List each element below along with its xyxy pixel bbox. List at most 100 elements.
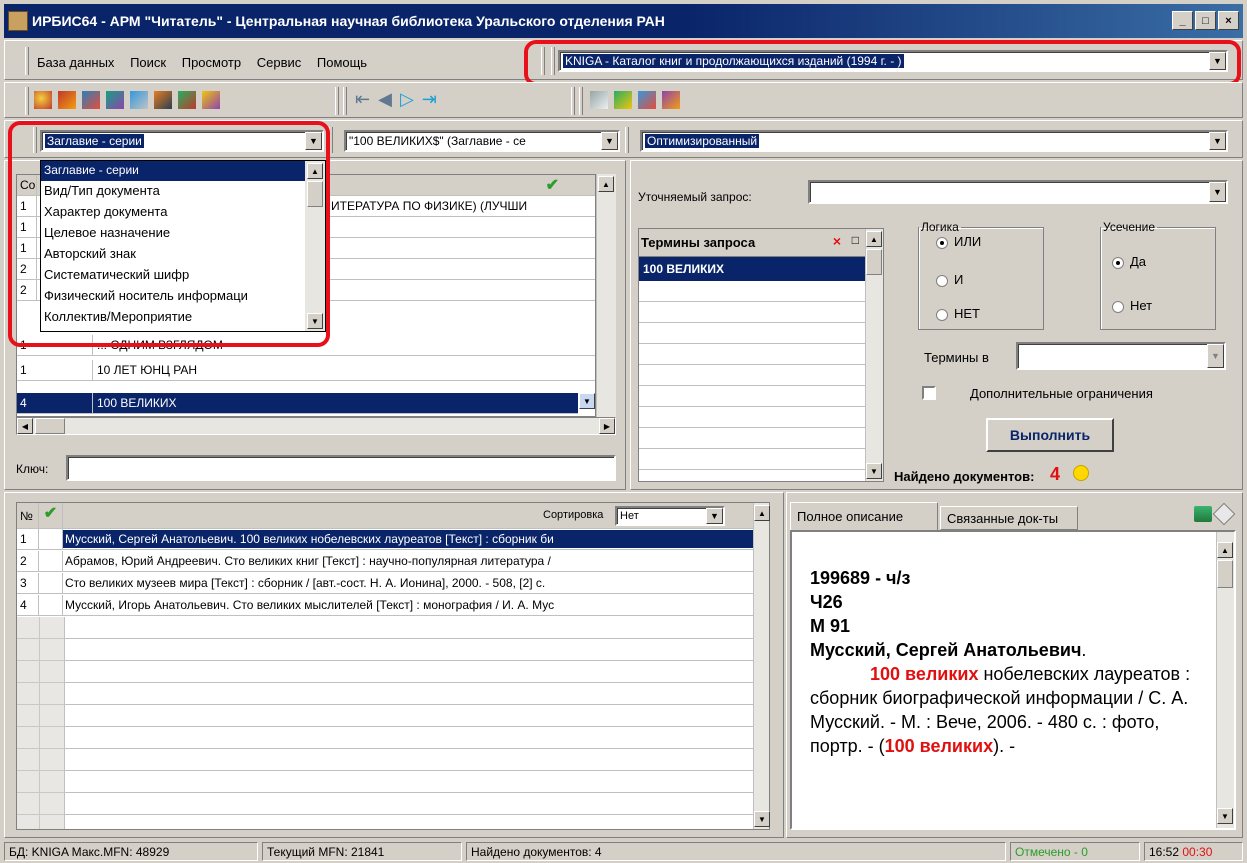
window-icon[interactable]: □ [852,233,859,247]
chevron-down-icon[interactable]: ▼ [601,132,618,150]
chevron-down-icon[interactable]: ▼ [579,393,595,409]
extra-limits-checkbox[interactable] [922,386,936,400]
maximize-button[interactable]: □ [1195,11,1216,30]
count-column-header[interactable]: Со [17,175,37,195]
query-terms-list[interactable]: Термины запроса × □ 100 ВЕЛИКИХ ▲ ▼ [638,228,884,482]
database-combo[interactable]: KNIGA - Каталог книг и продолжающихся из… [558,50,1228,72]
scroll-up-icon[interactable]: ▲ [754,505,770,521]
table-row-selected[interactable]: 4 100 ВЕЛИКИХ [17,393,578,414]
table-row[interactable]: 1 ... ОДНИМ ВЗГЛЯДОМ [17,335,595,356]
title-bar[interactable]: ИРБИС64 - АРМ "Читатель" - Центральная н… [4,4,1243,38]
query-combo[interactable]: "100 ВЕЛИКИХ$" (Заглавие - се ▼ [344,130,620,152]
toolbar-grip[interactable] [541,47,545,75]
list-icon[interactable] [154,91,172,109]
toolbar-grip[interactable] [33,127,37,153]
view-record-icon[interactable] [130,91,148,109]
mark-cell[interactable] [39,551,63,571]
menu-help[interactable]: Помощь [317,55,367,70]
close-button[interactable]: × [1218,11,1239,30]
vertical-scrollbar[interactable]: ▲ [596,174,616,417]
chevron-down-icon[interactable]: ▼ [1209,132,1226,150]
mark-cell[interactable] [39,529,63,549]
term-item[interactable]: 100 ВЕЛИКИХ [639,257,865,281]
radio-icon[interactable] [1112,300,1124,313]
dropdown-item-selected[interactable]: Заглавие - серии [41,161,305,181]
chevron-down-icon[interactable]: ▼ [1209,182,1226,202]
chevron-down-icon[interactable]: ▼ [1207,344,1224,368]
dropdown-item[interactable]: Физический носитель информаци [41,286,305,306]
dropdown-item[interactable]: Систематический шифр [41,265,305,285]
truncation-no-option[interactable]: Нет [1112,298,1152,313]
toolbar-grip[interactable] [25,47,29,75]
dictionary-grid-lower[interactable]: 1 ... ОДНИМ ВЗГЛЯДОМ 1 10 ЛЕТ ЮНЦ РАН 4 100… [16,335,596,417]
mark-cell[interactable] [39,595,63,615]
table-row[interactable]: 4 Мусский, Игорь Анатольевич. Сто великих… [17,595,753,616]
checkmark-icon[interactable]: ✔ [546,175,559,195]
dropdown-item[interactable]: Характер документа [41,202,305,222]
print-icon[interactable] [590,91,608,109]
first-icon[interactable]: ⇤ [355,89,370,110]
toolbar-grip[interactable] [551,47,555,75]
filter-icon[interactable] [178,91,196,109]
results-grid[interactable]: № ✔ Сортировка Нет ▼ 1 Мусский, Сергей Ан… [16,502,770,830]
logic-or-option[interactable]: ИЛИ [936,234,981,249]
execute-button[interactable]: Выполнить [986,418,1114,452]
scroll-left-icon[interactable]: ◀ [17,418,33,434]
scroll-thumb[interactable] [866,249,882,275]
mark-cell[interactable] [39,573,63,593]
toolbar-grip[interactable] [25,87,29,115]
dropdown-item[interactable]: Целевое назначение [41,223,305,243]
toolbar-grip[interactable] [625,127,629,153]
new-reader-icon[interactable] [34,91,52,109]
dropdown-item[interactable]: Коллектив/Мероприятие [41,307,305,327]
sort-combo[interactable]: Нет ▼ [615,506,725,526]
terms-in-combo[interactable]: ▼ [1016,342,1226,370]
chevron-down-icon[interactable]: ▼ [706,508,723,524]
table-row[interactable]: 1 Мусский, Сергей Анатольевич. 100 велики… [17,529,753,550]
description-view[interactable]: 199689 - ч/з Ч26 М 91 Мусский, Сергей Ан… [790,530,1236,830]
scroll-down-icon[interactable]: ▼ [754,811,770,827]
toolbar-grip[interactable] [335,87,339,115]
scroll-thumb[interactable] [307,181,323,207]
logic-not-option[interactable]: НЕТ [936,306,980,321]
menu-search[interactable]: Поиск [130,55,166,70]
scroll-thumb[interactable] [35,418,65,434]
toolbar-grip[interactable] [579,87,583,115]
vertical-scrollbar[interactable]: ▲ ▼ [865,229,883,481]
radio-icon[interactable] [936,308,948,321]
settings-wand-icon[interactable] [662,91,680,109]
scroll-up-icon[interactable]: ▲ [1217,542,1233,558]
book-icon[interactable] [202,91,220,109]
export-icon[interactable] [614,91,632,109]
scroll-down-icon[interactable]: ▼ [307,313,323,329]
prev-icon[interactable]: ◀ [378,89,392,110]
table-row[interactable]: 2 Абрамов, Юрий Андреевич. Сто великих кн… [17,551,753,572]
dropdown-item[interactable]: Вид/Тип документа [41,181,305,201]
chevron-down-icon[interactable]: ▼ [1209,52,1226,70]
refine-combo[interactable]: ▼ [808,180,1228,204]
horizontal-scrollbar[interactable]: ◀ ▶ [16,417,616,435]
order-icon[interactable] [638,91,656,109]
logic-and-option[interactable]: И [936,272,963,287]
scroll-down-icon[interactable]: ▼ [866,463,882,479]
edit-query-icon[interactable] [106,91,124,109]
scroll-up-icon[interactable]: ▲ [598,176,614,192]
cart-icon[interactable] [1194,506,1212,522]
table-row[interactable]: 3 Сто великих музеев мира [Текст] : сборн… [17,573,753,594]
dropdown-item[interactable]: Авторский знак [41,244,305,264]
scroll-thumb[interactable] [1217,560,1233,588]
key-input[interactable] [66,455,616,481]
truncation-yes-option[interactable]: Да [1112,254,1146,269]
number-column-header[interactable]: № [17,503,39,528]
next-icon[interactable]: ▷ [400,89,414,110]
toolbar-grip[interactable] [571,87,575,115]
scroll-up-icon[interactable]: ▲ [866,231,882,247]
radio-selected-icon[interactable] [1112,256,1124,269]
minimize-button[interactable]: _ [1172,11,1193,30]
search-mode-combo[interactable]: Оптимизированный ▼ [640,130,1228,152]
scroll-up-icon[interactable]: ▲ [307,163,323,179]
chevron-down-icon[interactable]: ▼ [305,132,322,150]
delete-icon[interactable]: × [833,233,841,249]
radio-icon[interactable] [936,274,948,287]
vertical-scrollbar[interactable]: ▲ ▼ [753,503,770,829]
